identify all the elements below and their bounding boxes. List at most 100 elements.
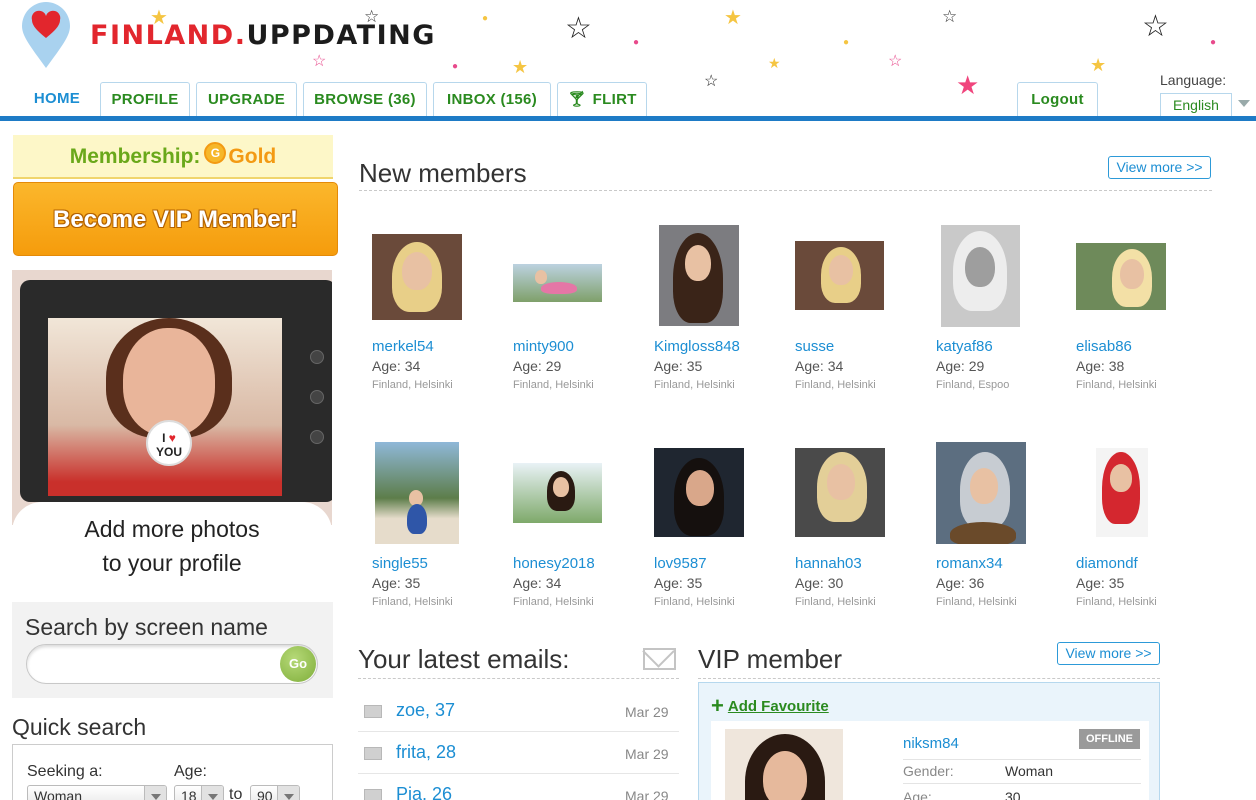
- member-photo[interactable]: [372, 234, 462, 320]
- member-location: Finland, Helsinki: [936, 596, 1017, 608]
- email-row[interactable]: zoe, 37 Mar 29: [358, 690, 679, 732]
- quick-search-panel: Seeking a: Age: Woman 18 to 90: [12, 744, 333, 800]
- member-photo[interactable]: [513, 463, 602, 523]
- vip-member-username[interactable]: niksm84: [903, 735, 959, 752]
- email-sender[interactable]: Pia, 26: [396, 784, 452, 800]
- member-location: Finland, Helsinki: [654, 596, 735, 608]
- envelope-icon: [364, 789, 382, 800]
- search-by-name-title: Search by screen name: [25, 614, 268, 640]
- emails-divider: [358, 678, 679, 679]
- i-love-you-badge: I ♥ YOU: [146, 420, 192, 466]
- photo-face: [965, 247, 995, 287]
- email-row[interactable]: frita, 28 Mar 29: [358, 732, 679, 774]
- member-photo[interactable]: [795, 241, 884, 310]
- badge-text-bottom: YOU: [155, 445, 182, 459]
- member-location: Finland, Espoo: [936, 379, 1010, 391]
- member-card[interactable]: minty900 Age: 29 Finland, Helsinki: [513, 224, 643, 424]
- member-card[interactable]: diamondf Age: 35 Finland, Helsinki: [1076, 441, 1206, 641]
- member-username[interactable]: hannah03: [795, 555, 862, 572]
- seeking-select[interactable]: Woman: [27, 785, 167, 800]
- member-card[interactable]: hannah03 Age: 30 Finland, Helsinki: [795, 441, 925, 641]
- chevron-down-icon: [201, 786, 223, 800]
- tab-upgrade[interactable]: UPGRADE: [196, 82, 297, 118]
- member-username[interactable]: elisab86: [1076, 338, 1132, 355]
- photo-face: [763, 751, 807, 800]
- member-age: Age: 34: [513, 575, 562, 591]
- tab-home[interactable]: HOME: [18, 82, 96, 118]
- member-username[interactable]: minty900: [513, 338, 574, 355]
- add-photos-promo[interactable]: I ♥ YOU Add more photos to your profile: [12, 270, 332, 592]
- star-decoration-icon: ☆: [312, 53, 327, 70]
- member-photo[interactable]: [1096, 448, 1148, 537]
- member-age: Age: 30: [795, 575, 844, 591]
- member-card[interactable]: elisab86 Age: 38 Finland, Helsinki: [1076, 224, 1206, 424]
- vip-age-value: 30: [1005, 789, 1021, 800]
- vip-member-photo[interactable]: [725, 729, 843, 800]
- tab-profile[interactable]: PROFILE: [100, 82, 190, 118]
- member-photo[interactable]: [941, 225, 1020, 327]
- member-username[interactable]: romanx34: [936, 555, 1003, 572]
- go-button[interactable]: Go: [280, 646, 316, 682]
- member-age: Age: 38: [1076, 358, 1125, 374]
- email-date: Mar 29: [625, 788, 669, 800]
- member-username[interactable]: honesy2018: [513, 555, 595, 572]
- search-by-name-panel: Search by screen name Go: [12, 602, 333, 698]
- member-photo[interactable]: [659, 225, 739, 326]
- member-card[interactable]: Kimgloss848 Age: 35 Finland, Helsinki: [654, 224, 784, 424]
- member-card[interactable]: lov9587 Age: 35 Finland, Helsinki: [654, 441, 784, 641]
- member-card[interactable]: romanx34 Age: 36 Finland, Helsinki: [936, 441, 1066, 641]
- member-card[interactable]: merkel54 Age: 34 Finland, Helsinki: [372, 224, 502, 424]
- member-age: Age: 36: [936, 575, 985, 591]
- logout-button[interactable]: Logout: [1017, 82, 1098, 118]
- member-photo[interactable]: [795, 448, 885, 537]
- main-nav: HOME PROFILE UPGRADE BROWSE (36) INBOX (…: [0, 82, 1256, 118]
- member-card[interactable]: honesy2018 Age: 34 Finland, Helsinki: [513, 441, 643, 641]
- member-username[interactable]: single55: [372, 555, 428, 572]
- member-username[interactable]: diamondf: [1076, 555, 1138, 572]
- seeking-label: Seeking a:: [27, 763, 103, 780]
- email-sender[interactable]: frita, 28: [396, 742, 456, 763]
- member-photo[interactable]: [513, 264, 602, 302]
- member-username[interactable]: susse: [795, 338, 834, 355]
- badge-text-top: I: [162, 431, 166, 445]
- photo-face: [685, 245, 711, 281]
- email-row[interactable]: Pia, 26 Mar 29: [358, 774, 679, 800]
- tab-inbox[interactable]: INBOX (156): [433, 82, 551, 118]
- tab-browse[interactable]: BROWSE (36): [303, 82, 427, 118]
- chevron-down-icon[interactable]: [1238, 100, 1250, 107]
- member-username[interactable]: Kimgloss848: [654, 338, 740, 355]
- member-card[interactable]: katyaf86 Age: 29 Finland, Espoo: [936, 224, 1066, 424]
- member-username[interactable]: lov9587: [654, 555, 707, 572]
- photo-face: [970, 468, 998, 504]
- tab-flirt[interactable]: 🍸︎ FLIRT: [557, 82, 647, 118]
- member-photo[interactable]: [936, 442, 1026, 544]
- photo-face: [553, 477, 569, 497]
- member-location: Finland, Helsinki: [513, 379, 594, 391]
- add-favourite-link[interactable]: + Add Favourite: [711, 693, 829, 719]
- age-from-select[interactable]: 18: [174, 785, 224, 800]
- language-select[interactable]: English: [1160, 93, 1232, 116]
- photo-body: [541, 282, 577, 294]
- camera-button-icon: [310, 430, 324, 444]
- age-to-select[interactable]: 90: [250, 785, 300, 800]
- member-card[interactable]: single55 Age: 35 Finland, Helsinki: [372, 441, 502, 641]
- vip-divider: [698, 678, 1160, 679]
- screen-name-search-input[interactable]: [26, 644, 318, 684]
- dot-decoration: ●: [452, 61, 459, 72]
- member-photo[interactable]: [1076, 243, 1166, 310]
- vip-member-panel: + Add Favourite niksm84 OFFLINE Gender: W…: [698, 682, 1160, 800]
- member-username[interactable]: katyaf86: [936, 338, 993, 355]
- member-photo[interactable]: [654, 448, 744, 537]
- site-logo[interactable]: FINLAND.UPPDATING: [90, 20, 436, 51]
- logo-heart-pin-icon[interactable]: [20, 2, 72, 70]
- age-to-value: 90: [257, 788, 273, 800]
- vip-view-more-button[interactable]: View more >>: [1057, 642, 1160, 665]
- member-photo[interactable]: [375, 442, 459, 544]
- email-sender[interactable]: zoe, 37: [396, 700, 455, 721]
- new-members-view-more-button[interactable]: View more >>: [1108, 156, 1211, 179]
- become-vip-button[interactable]: Become VIP Member!: [13, 182, 338, 256]
- age-to-label: to: [229, 786, 243, 800]
- member-card[interactable]: susse Age: 34 Finland, Helsinki: [795, 224, 925, 424]
- photo-face: [1110, 464, 1132, 492]
- member-username[interactable]: merkel54: [372, 338, 434, 355]
